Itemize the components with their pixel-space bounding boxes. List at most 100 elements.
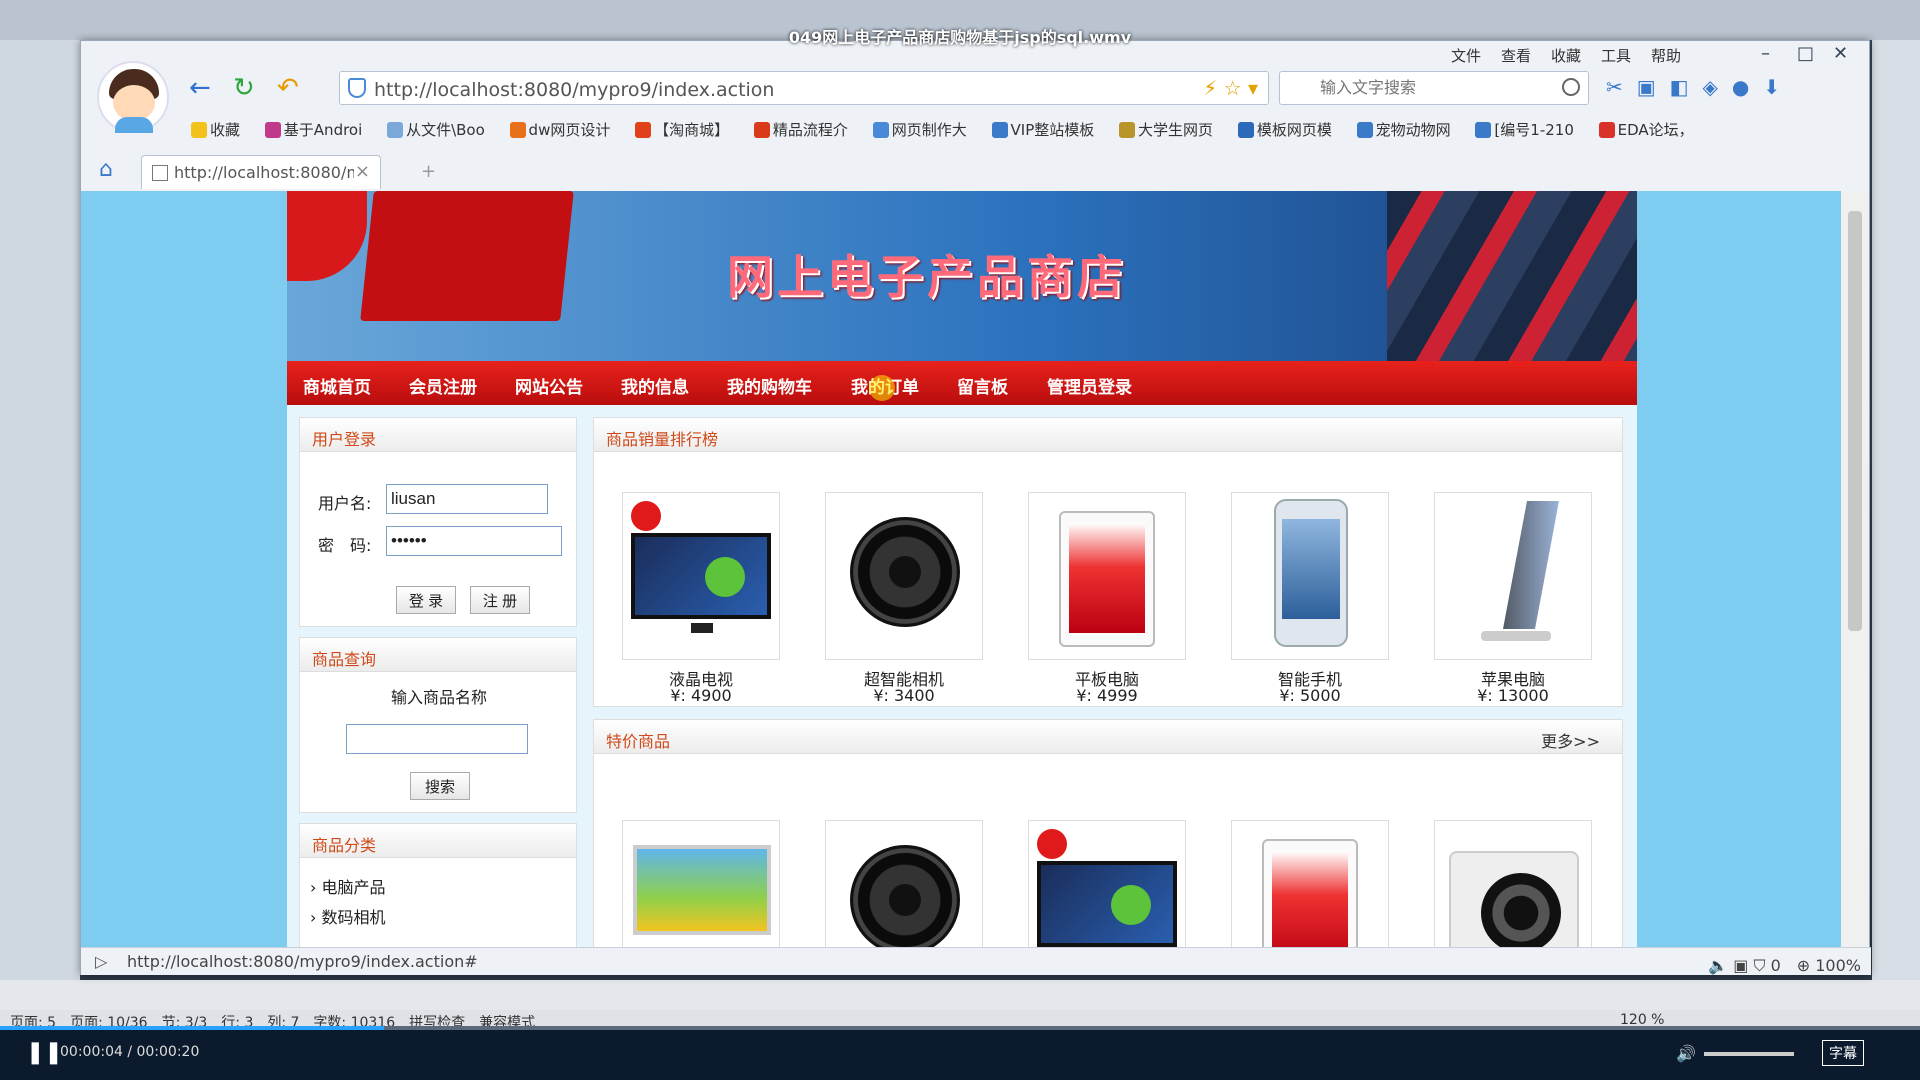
nav-cart[interactable]: 我的购物车 xyxy=(727,373,812,398)
nav-my-info[interactable]: 我的信息 xyxy=(621,373,689,398)
page-icon xyxy=(1475,122,1492,138)
login-button[interactable]: 登 录 xyxy=(396,586,456,614)
page-icon xyxy=(753,122,770,138)
bookmark-item[interactable]: 网页制作大 xyxy=(872,119,967,140)
bookmark-item[interactable]: VIP整站模板 xyxy=(991,119,1094,140)
page-icon xyxy=(1237,122,1254,138)
nav-announcements[interactable]: 网站公告 xyxy=(515,373,583,398)
screen: 049网上电子产品商店购物基于jsp的sql.wmv 文件 查看 收藏 工具 帮… xyxy=(0,0,1920,1080)
address-text[interactable]: http://localhost:8080/mypro9/index.actio… xyxy=(374,79,774,101)
search-prompt: 输入商品名称 xyxy=(390,688,487,707)
status-right: 🔈 ▣ ⛉ 0 ⊕ 100% xyxy=(1708,956,1861,975)
shop-title: 网上电子产品商店 xyxy=(727,250,1127,304)
register-button[interactable]: 注 册 xyxy=(470,586,530,614)
product-search-button[interactable]: 搜索 xyxy=(410,772,470,800)
product-image-stand xyxy=(1481,631,1551,641)
page-viewport: 网上电子产品商店 商城首页 会员注册 网站公告 我的信息 我的购物车 我的订单 … xyxy=(81,191,1841,947)
nav-register[interactable]: 会员注册 xyxy=(409,373,477,398)
product-card[interactable] xyxy=(1434,492,1592,660)
bookmark-item[interactable]: 模板网页模 xyxy=(1237,119,1332,140)
search-icon[interactable] xyxy=(1562,78,1580,96)
volume-icon[interactable]: 🔊 xyxy=(1676,1044,1696,1063)
home-icon[interactable]: ⌂ xyxy=(99,157,113,182)
password-input[interactable] xyxy=(386,526,562,556)
bookmark-item[interactable]: 基于Androi xyxy=(264,119,362,140)
vertical-scrollbar[interactable] xyxy=(1841,191,1869,947)
product-card[interactable] xyxy=(1231,492,1389,660)
browser-window: 文件 查看 收藏 工具 帮助 – □ ✕ ← ↻ ↶ http://localh… xyxy=(80,40,1871,975)
tab-close-icon[interactable]: × xyxy=(355,161,370,182)
product-card[interactable] xyxy=(622,492,780,660)
password-label: 密 码: xyxy=(318,536,372,555)
product-price: ¥: 13000 xyxy=(1477,686,1549,705)
product-price: ¥: 3400 xyxy=(873,686,935,705)
product-card[interactable] xyxy=(1231,820,1389,947)
panel-header: 用户登录 xyxy=(300,418,576,452)
sidebar-toggle-icon[interactable]: ▷ xyxy=(95,952,107,971)
product-search-input[interactable] xyxy=(346,724,528,754)
pause-icon[interactable]: ❚❚ xyxy=(26,1040,63,1065)
refresh-icon[interactable]: ↻ xyxy=(233,75,255,101)
bookmark-item[interactable]: dw网页设计 xyxy=(509,119,610,140)
bookmark-item[interactable]: 【淘商城】 xyxy=(635,119,729,140)
page-icon xyxy=(872,122,889,138)
bookmark-item[interactable]: EDA论坛， xyxy=(1598,119,1694,140)
product-card[interactable] xyxy=(622,820,780,947)
bookmark-item[interactable]: [编号1-210 xyxy=(1475,119,1574,140)
nav-admin-login[interactable]: 管理员登录 xyxy=(1047,373,1132,398)
product-price: ¥: 4900 xyxy=(670,686,732,705)
menu-file[interactable]: 文件 xyxy=(1451,45,1481,66)
sales-ranking-panel: 商品销量排行榜 液晶电视 ¥: 4900 超智能相机 ¥: 3400 平板电脑 … xyxy=(593,417,1623,707)
shop-banner: 网上电子产品商店 xyxy=(287,191,1637,361)
page-icon xyxy=(1356,122,1373,138)
browser-status-bar: ▷ http://localhost:8080/mypro9/index.act… xyxy=(81,947,1871,975)
nav-guestbook[interactable]: 留言板 xyxy=(957,373,1008,398)
product-card[interactable] xyxy=(825,820,983,947)
nav-home[interactable]: 商城首页 xyxy=(303,373,371,398)
subtitle-button[interactable]: 字幕 xyxy=(1822,1040,1864,1066)
back-arrow-icon[interactable]: ← xyxy=(189,75,211,101)
page-icon xyxy=(991,122,1008,138)
menu-help[interactable]: 帮助 xyxy=(1651,45,1681,66)
new-tab-icon[interactable]: + xyxy=(421,161,436,182)
security-shield-icon xyxy=(348,78,366,98)
category-item[interactable]: › 数码相机 xyxy=(310,904,386,928)
video-time: 00:00:04 / 00:00:20 xyxy=(60,1044,200,1060)
menu-view[interactable]: 查看 xyxy=(1501,45,1531,66)
bookmark-item[interactable]: 宠物动物网 xyxy=(1356,119,1451,140)
category-item[interactable]: › 电脑产品 xyxy=(310,874,386,898)
bookmarks-bar: 收藏 基于Androi 从文件\Boo dw网页设计 【淘商城】 精品流程介 网… xyxy=(191,119,1841,147)
panel-header: 商品销量排行榜 xyxy=(594,418,1622,452)
product-image xyxy=(1262,839,1358,947)
product-price: ¥: 4999 xyxy=(1076,686,1138,705)
bookmark-item[interactable]: 从文件\Boo xyxy=(387,119,485,140)
toolbar-icons[interactable]: ✂▣◧◈●⬇ xyxy=(1606,75,1794,99)
zoom-level: 100% xyxy=(1815,956,1861,975)
tab-active[interactable]: http://localhost:8080/m × xyxy=(141,155,381,189)
bookmark-item[interactable]: 精品流程介 xyxy=(753,119,848,140)
more-link[interactable]: 更多>> xyxy=(1541,728,1600,752)
menu-favorites[interactable]: 收藏 xyxy=(1551,45,1581,66)
volume-slider[interactable] xyxy=(1704,1052,1794,1056)
username-input[interactable] xyxy=(386,484,548,514)
scrollbar-thumb[interactable] xyxy=(1848,211,1862,631)
undo-icon[interactable]: ↶ xyxy=(277,75,299,101)
product-card[interactable] xyxy=(1434,820,1592,947)
address-bar[interactable]: http://localhost:8080/mypro9/index.actio… xyxy=(339,71,1269,105)
browser-search-box[interactable] xyxy=(1279,71,1589,105)
product-search-panel: 商品查询 输入商品名称 搜索 xyxy=(299,637,577,813)
bookmark-item[interactable]: 收藏 xyxy=(191,119,240,140)
hot-badge xyxy=(631,501,661,531)
product-card[interactable] xyxy=(825,492,983,660)
user-avatar[interactable] xyxy=(97,61,169,133)
bookmark-item[interactable]: 大学生网页 xyxy=(1119,119,1213,140)
banner-decoration xyxy=(287,191,367,281)
page-icon xyxy=(152,165,168,181)
shop-page: 网上电子产品商店 商城首页 会员注册 网站公告 我的信息 我的购物车 我的订单 … xyxy=(287,191,1637,947)
browser-search-input[interactable] xyxy=(1320,78,1540,100)
blocked-count: 0 xyxy=(1770,956,1781,975)
product-card[interactable] xyxy=(1028,820,1186,947)
product-card[interactable] xyxy=(1028,492,1186,660)
bookmark-star-icon[interactable]: ⚡ ☆ ▾ xyxy=(1203,76,1258,100)
menu-tools[interactable]: 工具 xyxy=(1601,45,1631,66)
